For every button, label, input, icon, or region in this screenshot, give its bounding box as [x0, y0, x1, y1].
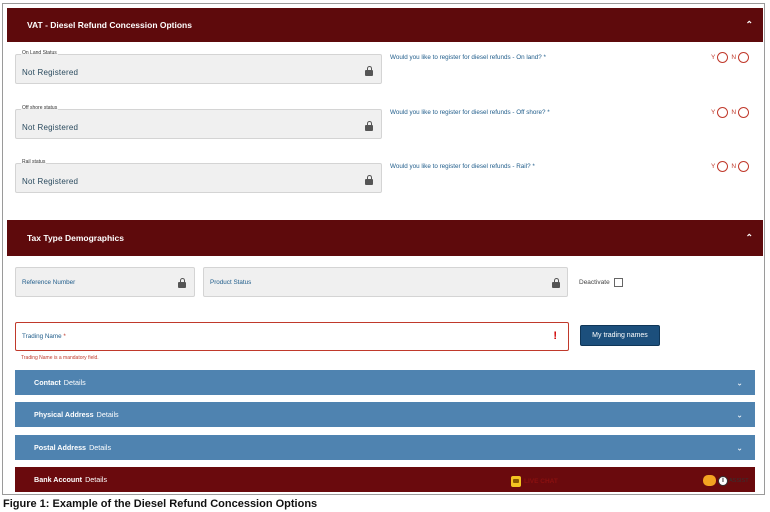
exclamation-icon: !: [553, 330, 557, 342]
on-land-status-value: Not Registered: [22, 68, 79, 77]
on-land-yes-radio[interactable]: [717, 52, 729, 63]
trading-name-error: Trading Name is a mandatory field.: [21, 355, 99, 361]
accordion-suffix: Details: [89, 443, 112, 452]
screenshot-frame: VAT - Diesel Refund Concession Options ⌃…: [2, 3, 765, 495]
deactivate-control: Deactivate: [579, 278, 623, 287]
rail-status-field: Rail status Not Registered: [15, 159, 382, 193]
contact-details-accordion[interactable]: Contact Details ⌄: [15, 370, 755, 395]
demographics-panel-header[interactable]: Tax Type Demographics ⌃: [7, 220, 763, 256]
on-land-yes-no: Y N: [711, 52, 752, 63]
accordion-title: Postal Address: [34, 443, 87, 452]
postal-address-accordion[interactable]: Postal Address Details ⌄: [15, 435, 755, 460]
on-land-question: Would you like to register for diesel re…: [390, 54, 546, 61]
off-shore-yes-no: Y N: [711, 107, 752, 118]
physical-address-accordion[interactable]: Physical Address Details ⌄: [15, 402, 755, 427]
chevron-down-icon[interactable]: ⌄: [736, 378, 743, 387]
assist-button[interactable]: i ASSIST: [703, 475, 749, 486]
yes-label: Y: [711, 163, 716, 170]
product-status-field: Product Status: [203, 267, 568, 297]
reference-number-field: Reference Number: [15, 267, 195, 297]
no-label: N: [731, 54, 737, 61]
chevron-down-icon[interactable]: ⌄: [736, 410, 743, 419]
lock-icon: [365, 175, 373, 185]
accordion-suffix: Details: [96, 410, 119, 419]
info-icon: i: [718, 475, 728, 486]
accordion-title: Contact: [34, 378, 61, 387]
accordion-title: Physical Address: [34, 410, 94, 419]
concession-panel-title: VAT - Diesel Refund Concession Options: [27, 20, 192, 30]
yes-label: Y: [711, 54, 716, 61]
bank-account-accordion[interactable]: Bank Account Details: [15, 467, 755, 492]
required-marker: *: [63, 333, 66, 340]
no-label: N: [731, 163, 737, 170]
rail-question: Would you like to register for diesel re…: [390, 163, 535, 170]
assist-label: ASSIST: [729, 477, 749, 484]
off-shore-question: Would you like to register for diesel re…: [390, 109, 550, 116]
deactivate-checkbox[interactable]: [613, 278, 623, 287]
off-shore-status-field: Off shore status Not Registered: [15, 105, 382, 139]
on-land-status-field: On Land Status Not Registered: [15, 50, 382, 84]
chevron-down-icon[interactable]: ⌄: [736, 443, 743, 452]
demographics-panel-title: Tax Type Demographics: [27, 233, 124, 243]
on-land-no-radio[interactable]: [738, 52, 750, 63]
my-trading-names-button[interactable]: My trading names: [580, 325, 660, 346]
chevron-up-icon[interactable]: ⌃: [745, 233, 753, 244]
trading-name-input[interactable]: Trading Name * !: [15, 322, 569, 351]
accordion-suffix: Details: [63, 378, 86, 387]
lock-icon: [552, 278, 560, 288]
live-chat-label: LIVE CHAT: [524, 478, 558, 485]
off-shore-status-label: Off shore status: [21, 105, 59, 111]
yes-label: Y: [711, 109, 716, 116]
reference-number-label: Reference Number: [22, 279, 76, 286]
product-status-label: Product Status: [210, 279, 252, 286]
chat-icon: [703, 475, 716, 486]
accordion-suffix: Details: [85, 475, 108, 484]
lock-icon: [365, 66, 373, 76]
lock-icon: [365, 121, 373, 131]
live-chat-button[interactable]: LIVE CHAT: [511, 476, 558, 487]
off-shore-no-radio[interactable]: [738, 107, 750, 118]
lock-icon: [178, 278, 186, 288]
rail-yes-radio[interactable]: [717, 161, 729, 172]
figure-caption: Figure 1: Example of the Diesel Refund C…: [3, 498, 318, 510]
rail-no-radio[interactable]: [738, 161, 750, 172]
off-shore-yes-radio[interactable]: [717, 107, 729, 118]
rail-yes-no: Y N: [711, 161, 752, 172]
off-shore-status-value: Not Registered: [22, 123, 79, 132]
chat-icon: [511, 476, 521, 487]
concession-panel-header[interactable]: VAT - Diesel Refund Concession Options ⌃: [7, 8, 763, 42]
deactivate-label: Deactivate: [579, 279, 610, 286]
accordion-title: Bank Account: [34, 475, 83, 484]
trading-name-label: Trading Name *: [22, 333, 66, 340]
on-land-status-label: On Land Status: [21, 50, 58, 56]
rail-status-label: Rail status: [21, 159, 47, 165]
no-label: N: [731, 109, 737, 116]
chevron-up-icon[interactable]: ⌃: [745, 20, 753, 31]
rail-status-value: Not Registered: [22, 177, 79, 186]
